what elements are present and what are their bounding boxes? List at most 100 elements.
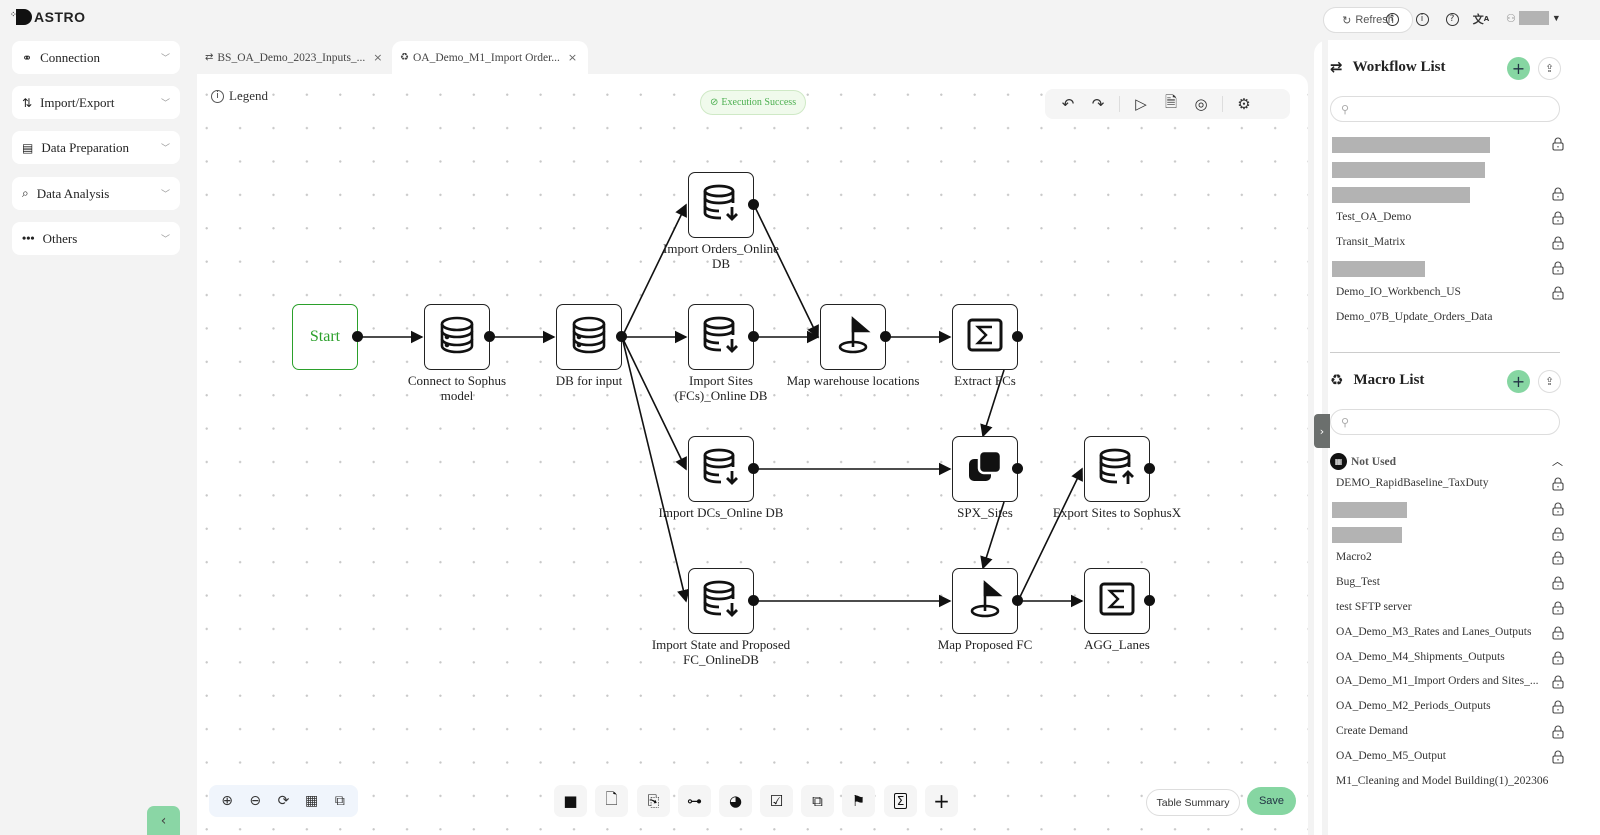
lock-icon[interactable] bbox=[1552, 502, 1564, 516]
list-item[interactable]: OA_Demo_M1_Import Orders and Sites_... bbox=[1336, 675, 1556, 691]
legend-button[interactable]: i Legend bbox=[211, 88, 268, 104]
file-export-tool-button[interactable]: 🗋 bbox=[595, 785, 628, 817]
node-dbinput[interactable] bbox=[556, 304, 622, 370]
save-button[interactable]: Save bbox=[1247, 787, 1296, 815]
node-connect[interactable] bbox=[424, 304, 490, 370]
output-port[interactable] bbox=[748, 331, 759, 342]
info-icon[interactable]: i bbox=[1414, 11, 1430, 27]
lock-icon[interactable] bbox=[1552, 527, 1564, 541]
node-agg[interactable] bbox=[1084, 568, 1150, 634]
list-item[interactable]: Create Demand bbox=[1336, 725, 1556, 741]
list-item[interactable]: M1_Cleaning and Model Building(1)_202306 bbox=[1336, 775, 1556, 791]
workflow-search-input[interactable]: ⚲ bbox=[1330, 96, 1560, 122]
node-mapfc[interactable] bbox=[952, 568, 1018, 634]
lock-icon[interactable] bbox=[1552, 626, 1564, 640]
translate-icon[interactable]: 文A bbox=[1473, 11, 1489, 27]
list-item[interactable] bbox=[1332, 161, 1552, 178]
group-header-not-used[interactable]: ▦ Not Used bbox=[1330, 453, 1396, 470]
output-port[interactable] bbox=[748, 463, 759, 474]
lock-icon[interactable] bbox=[1552, 286, 1564, 300]
list-item[interactable]: DEMO_RapidBaseline_TaxDuty bbox=[1336, 477, 1556, 493]
lock-icon[interactable] bbox=[1552, 211, 1564, 225]
add-macro-button[interactable]: + bbox=[1507, 370, 1530, 393]
sidebar-item-data-analysis[interactable]: ⌕ Data Analysis ﹀ bbox=[12, 177, 180, 210]
list-item[interactable]: Transit_Matrix bbox=[1336, 236, 1556, 252]
output-port[interactable] bbox=[880, 331, 891, 342]
output-port[interactable] bbox=[748, 595, 759, 606]
list-item[interactable]: Macro2 bbox=[1336, 551, 1556, 567]
run-icon[interactable]: ▷ bbox=[1126, 92, 1156, 116]
note-tool-button[interactable]: ■ bbox=[554, 785, 587, 817]
lock-icon[interactable] bbox=[1552, 576, 1564, 590]
lock-icon[interactable] bbox=[1552, 651, 1564, 665]
list-item[interactable]: OA_Demo_M3_Rates and Lanes_Outputs bbox=[1336, 626, 1556, 642]
list-item[interactable] bbox=[1332, 261, 1552, 277]
lock-icon[interactable] bbox=[1552, 137, 1564, 151]
lock-icon[interactable] bbox=[1552, 236, 1564, 250]
output-port[interactable] bbox=[1012, 463, 1023, 474]
lock-icon[interactable] bbox=[1552, 601, 1564, 615]
output-port[interactable] bbox=[748, 199, 759, 210]
output-port[interactable] bbox=[1144, 595, 1155, 606]
node-extract[interactable] bbox=[952, 304, 1018, 370]
chart-tool-button[interactable]: ◕ bbox=[719, 785, 752, 817]
list-item[interactable] bbox=[1332, 501, 1552, 518]
upload-circle-icon[interactable]: ↑ bbox=[1384, 11, 1400, 27]
close-icon[interactable]: × bbox=[373, 51, 382, 64]
zoom-in-icon[interactable]: ⊕ bbox=[215, 789, 239, 813]
tab-macro[interactable]: ♻ OA_Demo_M1_Import Order... × bbox=[392, 41, 588, 74]
output-port[interactable] bbox=[352, 331, 363, 342]
layout-grid-icon[interactable]: ▦ bbox=[300, 789, 324, 813]
list-item[interactable]: test SFTP server bbox=[1336, 601, 1556, 617]
collapse-sidebar-button[interactable]: ‹ bbox=[147, 806, 180, 835]
output-port[interactable] bbox=[1012, 595, 1023, 606]
fit-view-icon[interactable]: ⧉ bbox=[328, 789, 352, 813]
list-item[interactable]: Test_OA_Demo bbox=[1336, 211, 1556, 227]
table-summary-button[interactable]: Table Summary bbox=[1146, 789, 1240, 816]
lock-icon[interactable] bbox=[1552, 187, 1564, 201]
output-port[interactable] bbox=[616, 331, 627, 342]
sidebar-item-import-export[interactable]: ⇅ Import/Export ﹀ bbox=[12, 86, 180, 119]
add-node-button[interactable]: + bbox=[925, 785, 958, 817]
log-icon[interactable]: 🗎 bbox=[1156, 92, 1186, 116]
list-item[interactable]: OA_Demo_M2_Periods_Outputs bbox=[1336, 700, 1556, 716]
sidebar-item-connection[interactable]: ⚭ Connection ﹀ bbox=[12, 41, 180, 74]
user-menu[interactable]: ⚇ ▼ bbox=[1506, 11, 1561, 25]
collapse-panel-button[interactable]: › bbox=[1314, 414, 1330, 448]
tab-workflow[interactable]: ⇄ BS_OA_Demo_2023_Inputs_... × bbox=[197, 41, 389, 74]
zoom-out-icon[interactable]: ⊖ bbox=[243, 789, 267, 813]
help-icon[interactable]: ? bbox=[1444, 11, 1460, 27]
node-state[interactable] bbox=[688, 568, 754, 634]
map-tool-button[interactable]: ⚑ bbox=[842, 785, 875, 817]
export-workflow-button[interactable]: ⇪ bbox=[1538, 57, 1561, 80]
checklist-tool-button[interactable]: ☑ bbox=[760, 785, 793, 817]
node-mapwh[interactable] bbox=[820, 304, 886, 370]
reset-view-icon[interactable]: ⟳ bbox=[271, 789, 295, 813]
file-import-tool-button[interactable]: ⎘ bbox=[637, 785, 670, 817]
list-item[interactable] bbox=[1332, 526, 1552, 543]
list-item[interactable] bbox=[1332, 186, 1552, 203]
redo-icon[interactable]: ↷ bbox=[1083, 92, 1113, 116]
node-orders[interactable] bbox=[688, 172, 754, 238]
macro-search-input[interactable]: ⚲ bbox=[1330, 409, 1560, 435]
node-dcs[interactable] bbox=[688, 436, 754, 502]
list-item[interactable]: Demo_IO_Workbench_US bbox=[1336, 286, 1556, 302]
merge-tool-button[interactable]: ⧉ bbox=[801, 785, 834, 817]
list-item[interactable]: Bug_Test bbox=[1336, 576, 1556, 592]
lock-icon[interactable] bbox=[1552, 700, 1564, 714]
export-macro-button[interactable]: ⇪ bbox=[1538, 370, 1561, 393]
node-spx[interactable] bbox=[952, 436, 1018, 502]
output-port[interactable] bbox=[1012, 331, 1023, 342]
tree-tool-button[interactable]: ⊶ bbox=[678, 785, 711, 817]
node-sites[interactable] bbox=[688, 304, 754, 370]
lock-icon[interactable] bbox=[1552, 675, 1564, 689]
lock-icon[interactable] bbox=[1552, 551, 1564, 565]
stop-icon[interactable]: ◎ bbox=[1186, 92, 1216, 116]
list-item[interactable]: OA_Demo_M5_Output bbox=[1336, 750, 1556, 766]
lock-icon[interactable] bbox=[1552, 477, 1564, 491]
sidebar-item-others[interactable]: ••• Others ﹀ bbox=[12, 222, 180, 255]
sidebar-item-data-preparation[interactable]: ▤ Data Preparation ﹀ bbox=[12, 131, 180, 164]
output-port[interactable] bbox=[484, 331, 495, 342]
output-port[interactable] bbox=[1144, 463, 1155, 474]
undo-icon[interactable]: ↶ bbox=[1053, 92, 1083, 116]
